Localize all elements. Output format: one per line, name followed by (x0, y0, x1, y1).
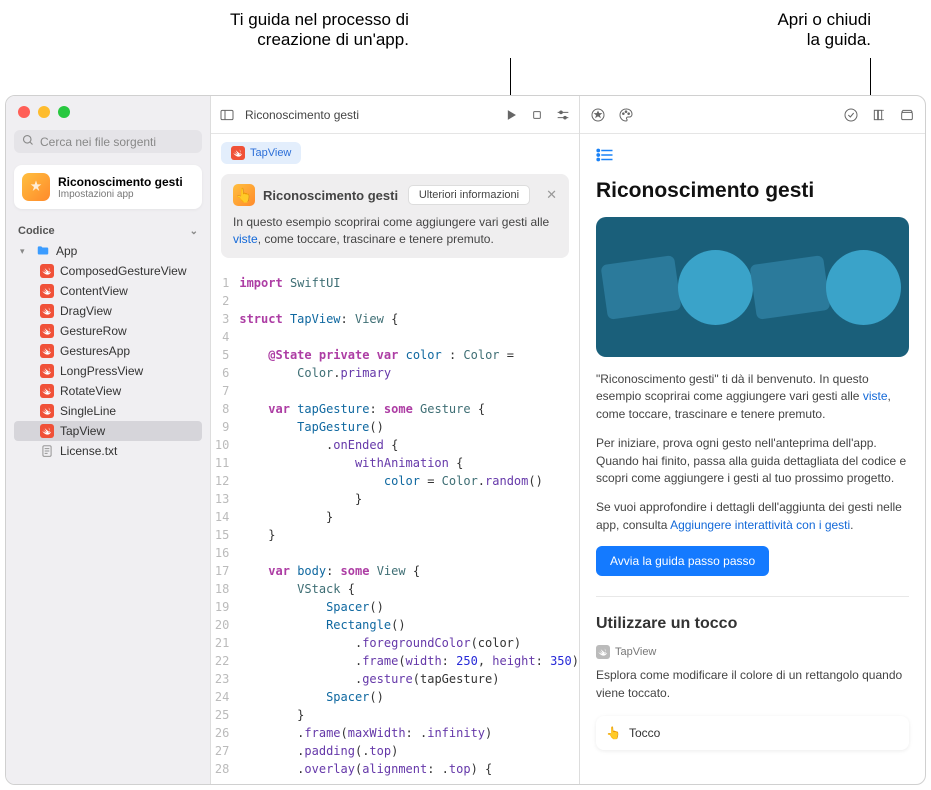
project-title: Riconoscimento gesti (58, 175, 183, 189)
guide-title: Riconoscimento gesti (596, 179, 909, 203)
project-app-icon (22, 173, 50, 201)
editor-tab-tapview[interactable]: TapView (221, 142, 301, 164)
editor-toolbar: Riconoscimento gesti (211, 96, 579, 134)
guide-link-viste[interactable]: viste (863, 389, 888, 403)
annotation-left-line-1: Ti guida nel processo di (230, 10, 409, 30)
guide-hero-image (596, 217, 909, 357)
archive-icon[interactable] (899, 107, 915, 123)
tapview-badge-label: TapView (615, 646, 656, 658)
swift-icon (231, 146, 245, 160)
star-circle-icon[interactable] (590, 107, 606, 123)
tab-label: TapView (250, 147, 291, 159)
banner-title: Riconoscimento gesti (263, 188, 398, 203)
folder-label: App (56, 244, 77, 258)
checkmark-circle-icon[interactable] (843, 107, 859, 123)
file-item-tapview[interactable]: TapView (14, 421, 202, 441)
banner-text-pre: In questo esempio scoprirai come aggiung… (233, 215, 549, 229)
sidebar-section-header[interactable]: Codice ⌄ (6, 217, 210, 241)
file-item-dragview[interactable]: DragView (14, 301, 202, 321)
code-area[interactable]: 1234567891011121314151617181920212223242… (211, 268, 579, 784)
guide-link-interactivity[interactable]: Aggiungere interattività con i gesti (670, 518, 850, 532)
annotation-right-line-2: la guida. (777, 30, 871, 50)
banner-text-post: , come toccare, trascinare e tenere prem… (258, 232, 494, 246)
window-close-button[interactable] (18, 106, 30, 118)
guide-toolbar (580, 96, 925, 134)
section-label: Codice (18, 225, 55, 237)
file-label: License.txt (60, 444, 117, 458)
toggle-sidebar-icon[interactable] (219, 107, 235, 123)
annotation-left-line-2: creazione di un'app. (230, 30, 409, 50)
app-window: Cerca nei file sorgenti Riconoscimento g… (5, 95, 926, 785)
breadcrumb[interactable]: Riconoscimento gesti (245, 108, 493, 122)
file-item-longpressview[interactable]: LongPressView (14, 361, 202, 381)
tocco-card[interactable]: 👆 Tocco (596, 716, 909, 750)
swift-icon (40, 424, 54, 438)
guide-section-title-touch: Utilizzare un tocco (596, 615, 909, 633)
guide-p1-pre: "Riconoscimento gesti" ti dà il benvenut… (596, 372, 869, 403)
file-label: LongPressView (60, 364, 143, 378)
swift-icon (40, 384, 54, 398)
file-item-gesturesapp[interactable]: GesturesApp (14, 341, 202, 361)
folder-icon (36, 244, 50, 258)
info-banner: 👆 Riconoscimento gesti Ulteriori informa… (221, 174, 569, 258)
file-label: GestureRow (60, 324, 127, 338)
swift-icon (40, 404, 54, 418)
file-label: TapView (60, 424, 105, 438)
file-item-rotateview[interactable]: RotateView (14, 381, 202, 401)
search-input[interactable]: Cerca nei file sorgenti (14, 130, 202, 153)
search-placeholder: Cerca nei file sorgenti (40, 135, 156, 149)
tocco-icon: 👆 (606, 726, 621, 740)
annotation-right-line-1: Apri o chiudi (777, 10, 871, 30)
text-file-icon (40, 444, 54, 458)
swift-icon (40, 264, 54, 278)
file-tree: ▾ App ComposedGestureView ContentView Drag… (6, 241, 210, 461)
list-icon[interactable] (596, 148, 909, 165)
sidebar: Cerca nei file sorgenti Riconoscimento g… (6, 96, 211, 784)
file-label: GesturesApp (60, 344, 130, 358)
project-subtitle: Impostazioni app (58, 189, 183, 200)
window-minimize-button[interactable] (38, 106, 50, 118)
banner-link-viste[interactable]: viste (233, 232, 258, 246)
tocco-label: Tocco (629, 726, 660, 740)
swift-icon (596, 645, 610, 659)
file-item-gesturerow[interactable]: GestureRow (14, 321, 202, 341)
guide-p2: Per iniziare, prova ogni gesto nell'ante… (596, 435, 909, 487)
adjust-icon[interactable] (555, 107, 571, 123)
search-icon (22, 134, 34, 149)
file-label: SingleLine (60, 404, 116, 418)
source-code[interactable]: import SwiftUI struct TapView: View { @S… (239, 274, 579, 784)
file-license[interactable]: License.txt (14, 441, 202, 461)
guide-pane: Riconoscimento gesti "Riconoscimento ges… (580, 96, 925, 784)
window-zoom-button[interactable] (58, 106, 70, 118)
editor-pane: Riconoscimento gesti TapView 👆 Ricon (211, 96, 580, 784)
swift-icon (40, 284, 54, 298)
folder-app[interactable]: ▾ App (14, 241, 202, 261)
file-item-singleline[interactable]: SingleLine (14, 401, 202, 421)
project-settings-card[interactable]: Riconoscimento gesti Impostazioni app (14, 165, 202, 209)
swift-icon (40, 364, 54, 378)
swift-icon (40, 344, 54, 358)
file-item-composedgestureview[interactable]: ComposedGestureView (14, 261, 202, 281)
file-label: ComposedGestureView (60, 264, 187, 278)
swift-icon (40, 304, 54, 318)
stop-button-icon[interactable] (529, 107, 545, 123)
close-banner-button[interactable]: ✕ (546, 187, 557, 203)
more-info-button[interactable]: Ulteriori informazioni (408, 185, 530, 205)
disclosure-triangle-icon[interactable]: ▾ (20, 246, 30, 257)
tapview-badge[interactable]: TapView (596, 645, 909, 659)
file-item-contentview[interactable]: ContentView (14, 281, 202, 301)
chevron-down-icon: ⌄ (190, 226, 198, 237)
file-label: DragView (60, 304, 112, 318)
guide-toggle-icon[interactable] (871, 107, 887, 123)
palette-icon[interactable] (618, 107, 634, 123)
guide-section-desc: Esplora come modificare il colore di un … (596, 667, 909, 702)
start-guide-button[interactable]: Avvia la guida passo passo (596, 546, 769, 576)
banner-app-icon: 👆 (233, 184, 255, 206)
guide-p3-post: . (850, 518, 853, 532)
file-label: RotateView (60, 384, 121, 398)
run-button-icon[interactable] (503, 107, 519, 123)
file-label: ContentView (60, 284, 128, 298)
swift-icon (40, 324, 54, 338)
